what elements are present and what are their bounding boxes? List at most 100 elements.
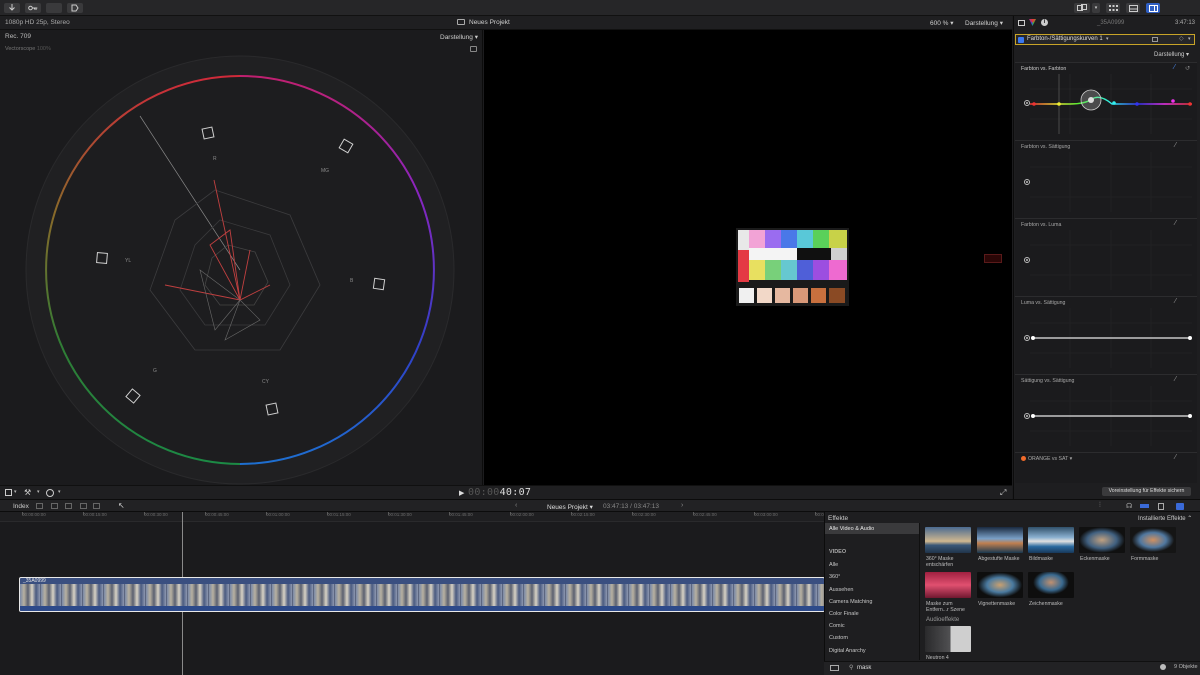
effects-browser-icon[interactable] (1176, 503, 1184, 510)
snapping-icon[interactable] (1140, 504, 1149, 508)
blank-button[interactable] (46, 3, 62, 13)
eyedropper-icon[interactable]: ⁄ (1175, 454, 1181, 461)
chevron-down-icon[interactable]: ▾ (1188, 36, 1191, 42)
timeline-clip[interactable]: _35A0999 (19, 577, 825, 612)
curve-title-4: Luma vs. Sättigung (1021, 300, 1066, 306)
clear-search-icon[interactable] (1160, 664, 1166, 670)
transform-tool-button[interactable] (5, 489, 12, 496)
reset-icon[interactable]: ↺ (1185, 65, 1190, 72)
sidebar-icon (1148, 4, 1158, 12)
viewer-canvas[interactable] (484, 30, 1012, 485)
curve-title-6-text: ORANGE vs SAT (1028, 456, 1069, 462)
insert-icon[interactable] (65, 503, 72, 509)
effect-thumb-neutron[interactable] (925, 626, 971, 652)
inspector-toggle-button[interactable] (1146, 3, 1160, 13)
timeline-toggle-button[interactable] (1126, 3, 1140, 13)
category-aussehen[interactable]: Aussehen (829, 587, 853, 593)
effect-header[interactable]: Farbton-/Sättigungskurven 1 ▾ ◇ ▾ (1015, 34, 1195, 45)
effects-search-input[interactable] (857, 663, 1137, 672)
project-menu[interactable]: Neues Projekt ▾ (547, 503, 593, 511)
effect-label: Eckenmaske (1080, 556, 1110, 562)
effect-label: Bildmaske (1029, 556, 1053, 562)
effect-thumb-shape-mask[interactable] (1130, 527, 1176, 553)
eyedropper-icon[interactable]: ⁄ (1175, 220, 1181, 227)
category-divider (919, 523, 920, 660)
curve-2-graph[interactable] (1030, 152, 1192, 212)
filmstrip-icon[interactable] (1158, 503, 1164, 510)
save-preset-button[interactable]: Voreinstellung für Effekte sichern (1102, 487, 1191, 496)
curve-5-graph[interactable] (1030, 386, 1192, 446)
eyedropper-icon[interactable]: ⁄ (1175, 298, 1181, 305)
sidebar-toggle-icon[interactable] (830, 665, 839, 671)
audio-effects-heading: Audioeffekte (926, 617, 960, 623)
effect-thumb-image-mask[interactable] (1028, 527, 1074, 553)
layout-menu-button[interactable]: ▾ (1092, 3, 1100, 13)
tag-button[interactable] (67, 3, 83, 13)
select-tool-icon[interactable]: ↖ (118, 501, 125, 510)
viewer-header: 1080p HD 25p, Stereo Neues Projekt 600 %… (0, 16, 1012, 30)
category-camera-matching[interactable]: Camera Matching (829, 599, 872, 605)
keyframe-icon[interactable]: ◇ (1179, 35, 1184, 42)
effect-thumb-vignette-mask[interactable] (977, 572, 1023, 598)
category-digital-anarchy[interactable]: Digital Anarchy (829, 648, 866, 654)
ruler-tick: 00:02:00:00 (510, 512, 534, 522)
curve-title-6[interactable]: ORANGE vs SAT ▾ (1028, 456, 1072, 462)
curve-4-graph[interactable] (1030, 308, 1192, 368)
zoom-menu[interactable]: 600 % ▾ (930, 19, 954, 27)
effect-checkbox[interactable] (1018, 36, 1024, 43)
effects-title: Effekte (828, 515, 849, 522)
inspector-display-menu[interactable]: Darstellung ▾ (1154, 51, 1189, 58)
category-color-finale[interactable]: Color Finale (829, 611, 859, 617)
category-all[interactable]: Alle (829, 562, 838, 568)
chevron-down-icon[interactable]: ▾ (14, 489, 17, 495)
browser-grid-button[interactable] (1106, 3, 1120, 13)
effect-thumb-360-mask[interactable] (925, 527, 971, 553)
chevron-down-icon[interactable]: ▾ (37, 489, 40, 495)
effect-label: Abgestufte Maske (978, 556, 1020, 562)
chevron-down-icon[interactable]: ▾ (1106, 36, 1109, 42)
info-icon[interactable]: i (1041, 19, 1048, 26)
category-custom[interactable]: Custom (829, 635, 848, 641)
timecode-value: 40:07 (499, 487, 532, 498)
ruler-tick: 00:01:45:00 (449, 512, 473, 522)
project-title: Neues Projekt (469, 19, 510, 26)
play-button[interactable]: ▶ (459, 489, 464, 497)
mask-icon[interactable] (1152, 37, 1158, 42)
import-button[interactable] (4, 3, 20, 13)
video-inspector-icon[interactable] (1018, 20, 1025, 26)
index-button[interactable]: Index (13, 503, 29, 510)
keyword-button[interactable] (25, 3, 41, 13)
inspector-icon (1128, 4, 1138, 12)
chevron-left-icon[interactable]: ‹ (515, 502, 517, 509)
effect-thumb-remove-mask[interactable] (925, 572, 971, 598)
headphones-icon[interactable]: ☊ (1126, 502, 1132, 510)
layout-toggle-button[interactable] (1074, 3, 1090, 13)
eyedropper-icon[interactable]: ⁄ (1175, 376, 1181, 383)
category-comic[interactable]: Comic (829, 623, 845, 629)
category-video-header: VIDEO (829, 549, 847, 555)
category-all-video-audio[interactable]: Alle Video & Audio (829, 526, 874, 532)
viewer-display-menu[interactable]: Darstellung ▾ (965, 19, 1003, 27)
clip-appearance-icon[interactable] (36, 503, 43, 509)
eyedropper-icon[interactable]: ⁄ (1175, 142, 1181, 149)
effect-thumb-graduated-mask[interactable] (977, 527, 1023, 553)
curve-1-graph[interactable] (1030, 74, 1192, 134)
eyedropper-icon[interactable]: ⁄ (1174, 64, 1180, 71)
chevron-right-icon[interactable]: › (681, 502, 683, 509)
category-360[interactable]: 360° (829, 574, 840, 580)
effect-label: Maske zum Entfern...r Szene (926, 601, 965, 613)
audio-waveform-icon[interactable]: ⫶ (1099, 502, 1101, 510)
timeline-area[interactable]: 00:00:00:00 00:00:15:00 00:00:30:00 00:0… (0, 512, 839, 675)
connect-icon[interactable] (51, 503, 58, 509)
fullscreen-icon[interactable]: ⤢ (1000, 488, 1006, 498)
speed-gauge-icon[interactable] (46, 489, 54, 497)
effect-thumb-corner-mask[interactable] (1079, 527, 1125, 553)
scope-label-g: G (153, 368, 157, 374)
overwrite-icon[interactable] (93, 503, 100, 509)
append-icon[interactable] (80, 503, 87, 509)
magic-wand-icon[interactable]: ⚒ (24, 488, 31, 497)
effect-thumb-draw-mask[interactable] (1028, 572, 1074, 598)
chevron-down-icon[interactable]: ▾ (58, 489, 61, 495)
curve-3-graph[interactable] (1030, 230, 1192, 290)
installed-effects-menu[interactable]: Installierte Effekte ⌃ (1138, 515, 1192, 522)
